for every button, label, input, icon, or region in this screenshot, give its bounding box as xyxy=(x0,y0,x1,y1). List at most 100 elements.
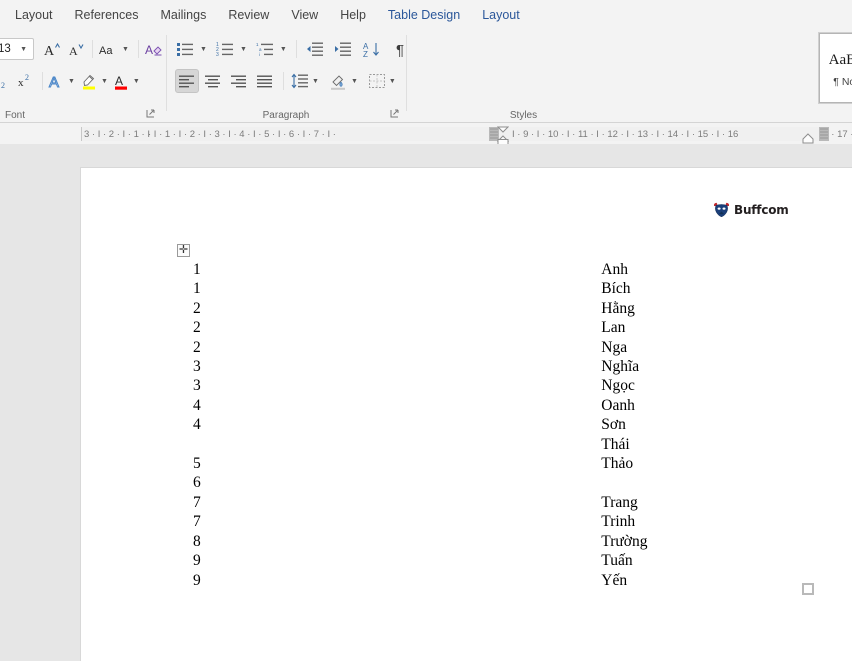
shading-button[interactable]: ▼ xyxy=(328,69,362,93)
tab-view[interactable]: View xyxy=(280,4,329,26)
table-cell-number[interactable]: 4 xyxy=(81,396,231,415)
table-cell-spacer[interactable] xyxy=(231,338,601,357)
chevron-down-icon[interactable]: ▼ xyxy=(197,46,210,53)
document-page[interactable]: Buffcom ✛ 1 Anh 1 Bích 2 Hằng 2 Lan 2 Nga 3 Nghĩa 3 N… xyxy=(81,168,852,661)
table-cell-spacer[interactable] xyxy=(231,318,601,337)
table-cell-number[interactable]: 2 xyxy=(81,338,231,357)
horizontal-ruler[interactable]: 3 · I · 2 · I · 1 · I · I · 1 · I · 2 · … xyxy=(0,124,852,145)
table-cell-name[interactable]: Nghĩa xyxy=(601,357,852,376)
table-cell-number[interactable]: 1 xyxy=(81,279,231,298)
table-cell-number[interactable]: 2 xyxy=(81,299,231,318)
table-cell-number[interactable]: 4 xyxy=(81,415,231,434)
table-row[interactable]: 9 Yến xyxy=(81,571,852,590)
table-cell-number[interactable]: 8 xyxy=(81,532,231,551)
font-color-button[interactable]: A ▼ xyxy=(112,69,144,93)
table-cell-spacer[interactable] xyxy=(231,571,601,590)
table-cell-spacer[interactable] xyxy=(231,396,601,415)
table-row[interactable]: 9 Tuấn xyxy=(81,551,852,570)
table-cell-spacer[interactable] xyxy=(231,473,601,492)
numbering-button[interactable]: 1 2 3 xyxy=(213,37,237,61)
borders-button[interactable]: ▼ xyxy=(367,69,400,93)
table-row[interactable]: 7 Trang xyxy=(81,493,852,512)
paragraph-dialog-launcher-icon[interactable] xyxy=(390,109,401,120)
styles-gallery[interactable]: AaBbCc ¶ Normal AaBbCc ¶ No Spac... AaBb… xyxy=(818,32,852,104)
table-cell-name[interactable]: Nga xyxy=(601,338,852,357)
table-cell-spacer[interactable] xyxy=(231,299,601,318)
table-row[interactable]: 1 Anh xyxy=(81,260,852,279)
table-cell-spacer[interactable] xyxy=(231,357,601,376)
table-cell-number[interactable]: 6 xyxy=(81,473,231,492)
table-cell-name[interactable]: Trinh xyxy=(601,512,852,531)
table-cell-number[interactable]: 9 xyxy=(81,551,231,570)
tab-stop-marker-right-icon[interactable] xyxy=(819,127,829,141)
table-cell-spacer[interactable] xyxy=(231,454,601,473)
table-cell-name[interactable]: Trường xyxy=(601,532,852,551)
table-cell-name[interactable]: Bích xyxy=(601,279,852,298)
table-cell-number[interactable]: 2 xyxy=(81,318,231,337)
table-row[interactable]: 7 Trinh xyxy=(81,512,852,531)
document-canvas[interactable]: Buffcom ✛ 1 Anh 1 Bích 2 Hằng 2 Lan 2 Nga 3 Nghĩa 3 N… xyxy=(0,144,852,661)
table-cell-spacer[interactable] xyxy=(231,260,601,279)
table-cell-spacer[interactable] xyxy=(231,493,601,512)
table-cell-spacer[interactable] xyxy=(231,551,601,570)
multilevel-list-button[interactable]: 1 a i xyxy=(253,37,277,61)
change-case-button[interactable]: Aa ▼ xyxy=(97,37,134,61)
bullets-button[interactable] xyxy=(173,37,197,61)
table-row[interactable]: 3 Nghĩa xyxy=(81,357,852,376)
table-cell-spacer[interactable] xyxy=(231,512,601,531)
decrease-indent-button[interactable] xyxy=(303,37,327,61)
style-item-normal[interactable]: AaBbCc ¶ Normal xyxy=(819,33,852,103)
table-row[interactable]: 2 Nga xyxy=(81,338,852,357)
table-cell-name[interactable]: Oanh xyxy=(601,396,852,415)
table-cell-number[interactable]: 7 xyxy=(81,512,231,531)
table-cell-name[interactable]: Tuấn xyxy=(601,551,852,570)
shrink-font-button[interactable]: A xyxy=(64,37,88,61)
tab-review[interactable]: Review xyxy=(217,4,280,26)
superscript-button[interactable]: x 2 xyxy=(14,69,38,93)
tab-table-design[interactable]: Table Design xyxy=(377,4,471,26)
table-row[interactable]: 4 Oanh xyxy=(81,396,852,415)
table-cell-spacer[interactable] xyxy=(231,376,601,395)
align-center-button[interactable] xyxy=(201,69,225,93)
table-row[interactable]: 2 Lan xyxy=(81,318,852,337)
table-cell-name[interactable]: Anh xyxy=(601,260,852,279)
table-row[interactable]: 3 Ngọc xyxy=(81,376,852,395)
tab-help[interactable]: Help xyxy=(329,4,377,26)
tab-layout[interactable]: Layout xyxy=(4,4,64,26)
clear-formatting-button[interactable]: A xyxy=(143,37,167,61)
text-effects-button[interactable]: A ▼ xyxy=(47,69,79,93)
table-cell-name[interactable]: Yến xyxy=(601,571,852,590)
chevron-down-icon[interactable]: ▼ xyxy=(277,46,290,53)
document-table[interactable]: 1 Anh 1 Bích 2 Hằng 2 Lan 2 Nga 3 Nghĩa 3 Ngọc 4 Oanh 4 S… xyxy=(81,260,852,590)
font-dialog-launcher-icon[interactable] xyxy=(146,109,157,120)
grow-font-button[interactable]: A xyxy=(40,37,64,61)
table-row[interactable]: 2 Hằng xyxy=(81,299,852,318)
align-right-button[interactable] xyxy=(227,69,251,93)
table-cell-spacer[interactable] xyxy=(231,435,601,454)
table-cell-name[interactable]: Thái xyxy=(601,435,852,454)
table-row[interactable]: Thái xyxy=(81,435,852,454)
table-cell-name[interactable]: Sơn xyxy=(601,415,852,434)
subscript-button[interactable]: x 2 xyxy=(0,69,14,93)
table-row[interactable]: 8 Trường xyxy=(81,532,852,551)
table-cell-name[interactable]: Lan xyxy=(601,318,852,337)
table-cell-number[interactable]: 1 xyxy=(81,260,231,279)
sort-button[interactable]: A Z xyxy=(360,37,384,61)
table-cell-number[interactable]: 7 xyxy=(81,493,231,512)
text-highlight-color-button[interactable]: ▼ xyxy=(79,69,112,93)
align-left-button[interactable] xyxy=(175,69,199,93)
table-row[interactable]: 1 Bích xyxy=(81,279,852,298)
increase-indent-button[interactable] xyxy=(331,37,355,61)
table-row[interactable]: 4 Sơn xyxy=(81,415,852,434)
tab-mailings[interactable]: Mailings xyxy=(149,4,217,26)
tab-table-layout[interactable]: Layout xyxy=(471,4,531,26)
table-cell-name[interactable]: Hằng xyxy=(601,299,852,318)
table-cell-name[interactable]: Trang xyxy=(601,493,852,512)
table-cell-number[interactable] xyxy=(81,435,231,454)
table-cell-number[interactable]: 5 xyxy=(81,454,231,473)
table-cell-spacer[interactable] xyxy=(231,415,601,434)
justify-button[interactable] xyxy=(253,69,277,93)
font-size-input[interactable]: 13 ▼ xyxy=(0,38,34,60)
line-spacing-button[interactable]: ▼ xyxy=(290,69,323,93)
table-cell-name[interactable]: Thảo xyxy=(601,454,852,473)
